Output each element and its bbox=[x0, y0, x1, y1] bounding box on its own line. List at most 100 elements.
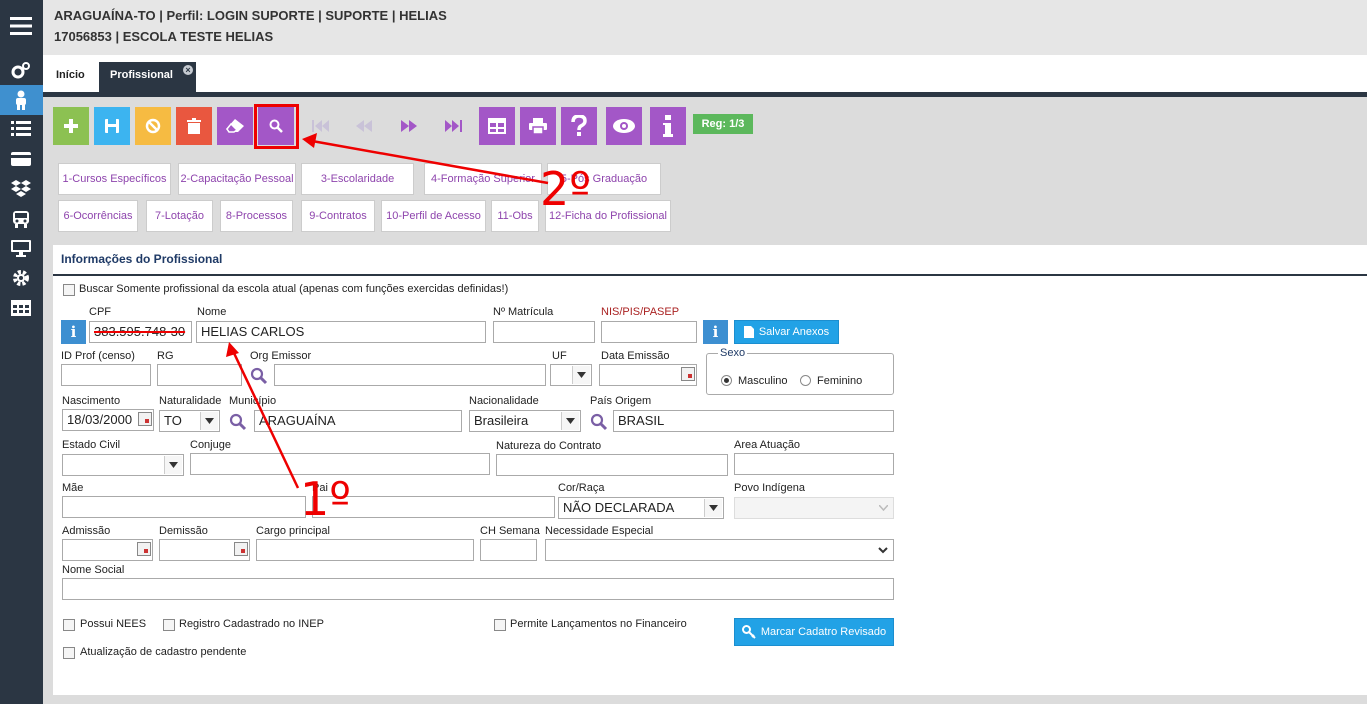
nascimento-input[interactable]: 18/03/2000 bbox=[62, 409, 154, 431]
subtab-capacitacao[interactable]: 2-Capacitação Pessoal bbox=[178, 163, 296, 195]
radio-masculino[interactable] bbox=[721, 375, 732, 386]
info-button[interactable] bbox=[650, 107, 686, 145]
subtab-lotacao[interactable]: 7-Lotação bbox=[146, 200, 213, 232]
nome-social-input[interactable] bbox=[62, 578, 894, 600]
marcar-revisado-label: Marcar Cadatro Revisado bbox=[760, 626, 887, 638]
org-emissor-search-icon[interactable] bbox=[250, 367, 268, 385]
nacionalidade-select[interactable]: Brasileira bbox=[469, 410, 581, 432]
possui-nees-checkbox[interactable] bbox=[63, 619, 75, 631]
dropbox-icon[interactable] bbox=[9, 178, 33, 198]
uf-select[interactable] bbox=[550, 364, 592, 386]
salvar-anexos-button[interactable]: Salvar Anexos bbox=[734, 320, 839, 344]
nis-input[interactable] bbox=[601, 321, 697, 343]
mae-input[interactable] bbox=[62, 496, 306, 518]
cor-raca-select[interactable]: NÃO DECLARADA bbox=[558, 497, 724, 519]
registro-inep-checkbox[interactable] bbox=[163, 619, 175, 631]
municipio-input[interactable]: ARAGUAÍNA bbox=[254, 410, 462, 432]
buscar-checkbox[interactable] bbox=[63, 284, 75, 296]
ch-semana-input[interactable] bbox=[480, 539, 537, 561]
menu-icon[interactable] bbox=[9, 14, 33, 38]
add-button[interactable] bbox=[53, 107, 89, 145]
header-line-2: 17056853 | ESCOLA TESTE HELIAS bbox=[54, 29, 274, 44]
municipio-label: Município bbox=[229, 395, 277, 407]
demissao-input[interactable] bbox=[159, 539, 250, 561]
cpf-info-icon[interactable]: i bbox=[61, 320, 86, 344]
rg-input[interactable] bbox=[157, 364, 242, 386]
nacionalidade-value: Brasileira bbox=[474, 413, 529, 428]
subtab-contratos[interactable]: 9-Contratos bbox=[301, 200, 375, 232]
prev-icon bbox=[356, 120, 372, 132]
data-emissao-input[interactable] bbox=[599, 364, 697, 386]
cancel-button[interactable] bbox=[135, 107, 171, 145]
calendar-icon[interactable] bbox=[681, 367, 695, 381]
delete-button[interactable] bbox=[176, 107, 212, 145]
pais-origem-input[interactable]: BRASIL bbox=[613, 410, 894, 432]
list-icon[interactable] bbox=[9, 119, 33, 139]
user-icon[interactable] bbox=[9, 90, 33, 110]
subtab-processos[interactable]: 8-Processos bbox=[220, 200, 293, 232]
save-button[interactable] bbox=[94, 107, 130, 145]
gear-icon[interactable] bbox=[9, 268, 33, 288]
cpf-input[interactable]: 383.595.748-30 bbox=[89, 321, 192, 343]
calendar-icon[interactable] bbox=[234, 542, 248, 556]
subtab-cursos[interactable]: 1-Cursos Específicos bbox=[58, 163, 171, 195]
subtab-escolaridade[interactable]: 3-Escolaridade bbox=[301, 163, 414, 195]
table-icon[interactable] bbox=[9, 298, 33, 318]
cogs-icon[interactable] bbox=[9, 60, 33, 80]
naturalidade-label: Naturalidade bbox=[159, 395, 222, 407]
conjuge-label: Conjuge bbox=[190, 439, 231, 451]
annotation-1: 1º bbox=[300, 472, 351, 526]
id-prof-input[interactable] bbox=[61, 364, 151, 386]
credit-card-icon[interactable] bbox=[9, 149, 33, 169]
chevron-down-icon bbox=[200, 412, 218, 430]
header-line-1: ARAGUAÍNA-TO | Perfil: LOGIN SUPORTE | S… bbox=[54, 8, 447, 23]
first-record-button[interactable] bbox=[303, 107, 339, 145]
necessidade-select[interactable] bbox=[545, 539, 894, 561]
prev-record-button[interactable] bbox=[346, 107, 382, 145]
marcar-revisado-button[interactable]: Marcar Cadatro Revisado bbox=[734, 618, 894, 646]
pais-search-icon[interactable] bbox=[590, 413, 608, 431]
close-icon[interactable]: × bbox=[183, 65, 193, 75]
nis-info-icon[interactable]: i bbox=[703, 320, 728, 344]
estado-civil-select[interactable] bbox=[62, 454, 184, 476]
next-icon bbox=[401, 120, 417, 132]
help-button[interactable] bbox=[561, 107, 597, 145]
tab-profissional[interactable]: Profissional × bbox=[99, 62, 196, 92]
last-record-button[interactable] bbox=[436, 107, 472, 145]
atualizacao-checkbox[interactable] bbox=[63, 647, 75, 659]
matricula-input[interactable] bbox=[493, 321, 595, 343]
bus-icon[interactable] bbox=[9, 209, 33, 229]
demissao-label: Demissão bbox=[159, 525, 208, 537]
org-emissor-input[interactable] bbox=[274, 364, 546, 386]
cor-raca-label: Cor/Raça bbox=[558, 482, 605, 494]
subtab-ocorrencias[interactable]: 6-Ocorrências bbox=[58, 200, 138, 232]
tab-inicio[interactable]: Início bbox=[45, 62, 96, 92]
naturalidade-select[interactable]: TO bbox=[159, 410, 220, 432]
calendar-icon[interactable] bbox=[138, 412, 152, 426]
subtab-obs[interactable]: 11-Obs bbox=[491, 200, 539, 232]
calendar-icon[interactable] bbox=[137, 542, 151, 556]
print-button[interactable] bbox=[520, 107, 556, 145]
eye-icon bbox=[613, 119, 635, 133]
municipio-search-icon[interactable] bbox=[229, 413, 247, 431]
ban-icon bbox=[145, 118, 161, 134]
view-button[interactable] bbox=[606, 107, 642, 145]
eraser-button[interactable] bbox=[217, 107, 253, 145]
subtab-perfil-acesso[interactable]: 10-Perfil de Acesso bbox=[381, 200, 486, 232]
chevron-down-icon bbox=[874, 499, 892, 517]
grid-button[interactable] bbox=[479, 107, 515, 145]
admissao-input[interactable] bbox=[62, 539, 153, 561]
monitor-icon[interactable] bbox=[9, 238, 33, 258]
naturalidade-value: TO bbox=[164, 413, 182, 428]
next-record-button[interactable] bbox=[391, 107, 427, 145]
necessidade-label: Necessidade Especial bbox=[545, 525, 654, 537]
nome-input[interactable]: HELIAS CARLOS bbox=[196, 321, 486, 343]
cargo-input[interactable] bbox=[256, 539, 474, 561]
permite-lancamentos-checkbox[interactable] bbox=[494, 619, 506, 631]
area-input[interactable] bbox=[734, 453, 894, 475]
key-icon bbox=[741, 625, 756, 639]
radio-feminino[interactable] bbox=[800, 375, 811, 386]
subtab-formacao[interactable]: 4-Formação Superior bbox=[424, 163, 542, 195]
natureza-input[interactable] bbox=[496, 454, 728, 476]
possui-nees-label: Possui NEES bbox=[80, 618, 147, 630]
